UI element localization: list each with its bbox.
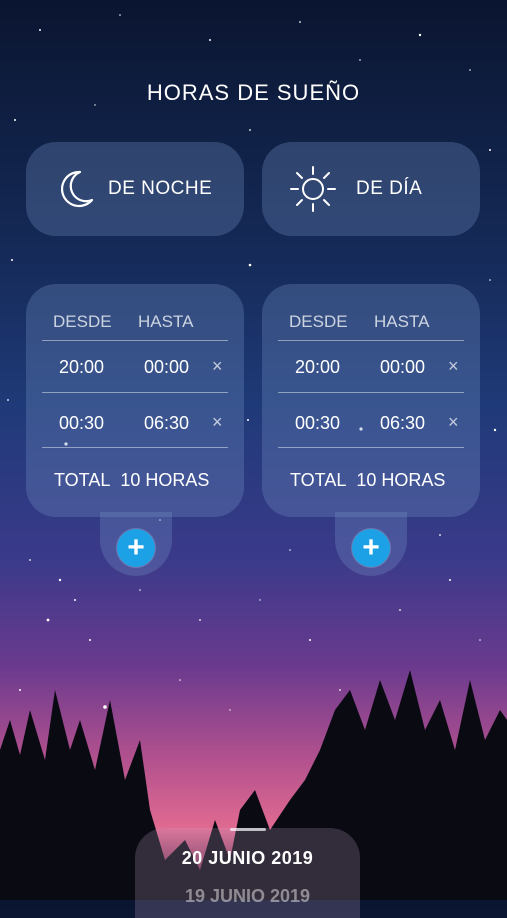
divider	[42, 392, 228, 393]
moon-icon	[61, 170, 94, 208]
header-hasta: HASTA	[374, 312, 430, 331]
night-sleep-panel: DESDE HASTA 20:00 00:00 × 00:30 06:30 × …	[26, 284, 244, 517]
add-night-period-button[interactable]: +	[117, 529, 155, 567]
row1-remove-icon[interactable]: ×	[212, 356, 223, 377]
day-sleep-panel: DESDE HASTA 20:00 00:00 × 00:30 06:30 × …	[262, 284, 480, 517]
row1-remove-icon[interactable]: ×	[448, 356, 459, 377]
header-desde: DESDE	[289, 312, 348, 331]
divider	[278, 392, 464, 393]
total-row: TOTAL 10 HORAS	[290, 470, 455, 491]
drag-handle[interactable]	[230, 828, 266, 831]
row1-to-time[interactable]: 00:00	[380, 357, 425, 378]
day-mode-button[interactable]: DE DÍA	[262, 142, 480, 236]
page-title: HORAS DE SUEÑO	[146, 80, 361, 105]
row2-remove-icon[interactable]: ×	[448, 412, 459, 433]
row2-from-time[interactable]: 00:30	[59, 413, 104, 434]
date-picker[interactable]: 20 JUNIO 2019 19 JUNIO 2019	[135, 828, 360, 918]
row2-from-time[interactable]: 00:30	[295, 413, 340, 434]
total-row: TOTAL 10 HORAS	[54, 470, 219, 491]
row2-remove-icon[interactable]: ×	[212, 412, 223, 433]
total-value: 10 HORAS	[356, 470, 446, 490]
night-mode-label: DE NOCHE	[108, 178, 213, 199]
header-hasta: HASTA	[138, 312, 194, 331]
row1-to-time[interactable]: 00:00	[144, 357, 189, 378]
total-label: TOTAL	[290, 470, 347, 490]
day-mode-label: DE DÍA	[356, 178, 423, 199]
total-value: 10 HORAS	[120, 470, 210, 490]
day-add-tab: +	[335, 512, 407, 576]
divider	[278, 447, 464, 448]
row2-to-time[interactable]: 06:30	[144, 413, 189, 434]
add-day-period-button[interactable]: +	[352, 529, 390, 567]
current-date[interactable]: 20 JUNIO 2019	[135, 848, 360, 869]
sun-icon	[290, 166, 336, 212]
divider	[278, 340, 464, 341]
row2-to-time[interactable]: 06:30	[380, 413, 425, 434]
row1-from-time[interactable]: 20:00	[59, 357, 104, 378]
total-label: TOTAL	[54, 470, 111, 490]
divider	[42, 340, 228, 341]
night-add-tab: +	[100, 512, 172, 576]
row1-from-time[interactable]: 20:00	[295, 357, 340, 378]
night-mode-button[interactable]: DE NOCHE	[26, 142, 244, 236]
next-date[interactable]: 19 JUNIO 2019	[135, 886, 360, 907]
divider	[42, 447, 228, 448]
header-desde: DESDE	[53, 312, 112, 331]
